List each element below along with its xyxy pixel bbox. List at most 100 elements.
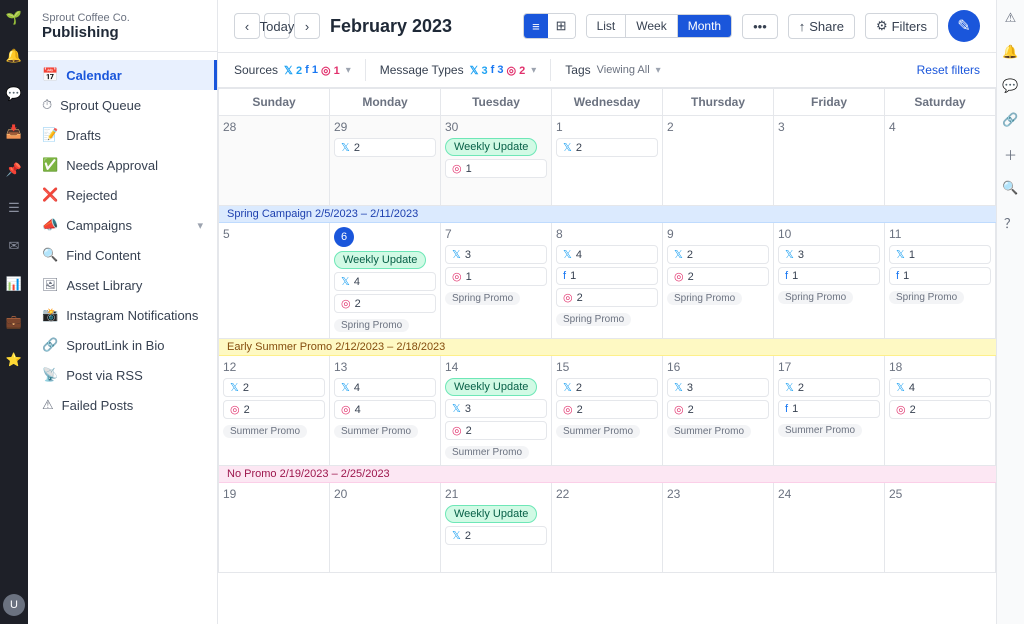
chat-icon[interactable]: 💬 <box>4 84 24 104</box>
day-cell-feb22[interactable]: 22 <box>552 483 663 573</box>
event-chip[interactable]: 𝕏 3 <box>445 245 547 264</box>
day-cell-feb9[interactable]: 9 𝕏 2 ◎ 2 Spring Promo <box>663 223 774 339</box>
event-chip[interactable]: 𝕏 3 <box>445 399 547 418</box>
search-icon[interactable]: 🔍 <box>1001 178 1021 198</box>
event-chip[interactable]: 𝕏 3 <box>667 378 769 397</box>
event-chip[interactable]: 𝕏 2 <box>667 245 769 264</box>
plus-icon[interactable]: ＋ <box>1001 144 1021 164</box>
day-cell-feb15[interactable]: 15 𝕏 2 ◎ 2 Summer Promo <box>552 356 663 466</box>
day-cell-feb14[interactable]: 14 Weekly Update 𝕏 3 ◎ 2 Summer Promo <box>441 356 552 466</box>
event-chip[interactable]: 𝕏 4 <box>334 272 436 291</box>
event-chip[interactable]: 𝕏 2 <box>556 138 658 157</box>
day-cell-feb18[interactable]: 18 𝕏 4 ◎ 2 <box>885 356 996 466</box>
next-button[interactable]: › <box>294 13 320 39</box>
event-chip[interactable]: ◎ 2 <box>556 288 658 307</box>
question-icon[interactable]: ？ <box>1001 212 1021 232</box>
sidebar-item-failed-posts[interactable]: ⚠ Failed Posts <box>28 390 217 420</box>
more-button[interactable]: ••• <box>742 14 778 39</box>
chart-icon[interactable]: 📊 <box>4 274 24 294</box>
day-cell-feb17[interactable]: 17 𝕏 2 f 1 Summer Promo <box>774 356 885 466</box>
event-chip[interactable]: f 1 <box>889 267 991 285</box>
day-cell-feb19[interactable]: 19 <box>219 483 330 573</box>
event-chip[interactable]: f 1 <box>778 267 880 285</box>
day-cell-feb4[interactable]: 4 <box>885 116 996 206</box>
sidebar-item-sprout-queue[interactable]: ⏱ Sprout Queue <box>28 90 217 120</box>
event-chip[interactable]: f 1 <box>778 400 880 418</box>
tags-filter[interactable]: Tags Viewing All ▾ <box>565 59 674 81</box>
sidebar-item-sproutlink[interactable]: 🔗 SproutLink in Bio <box>28 330 217 360</box>
day-cell-feb7[interactable]: 7 𝕏 3 ◎ 1 Spring Promo <box>441 223 552 339</box>
alert-icon[interactable]: ⚠ <box>1001 8 1021 28</box>
day-cell-feb3[interactable]: 3 <box>774 116 885 206</box>
prev-button[interactable]: ‹ <box>234 13 260 39</box>
star-icon[interactable]: ⭐ <box>4 350 24 370</box>
event-chip[interactable]: 𝕏 2 <box>778 378 880 397</box>
avatar-icon[interactable]: U <box>3 594 25 616</box>
sidebar-item-drafts[interactable]: 📝 Drafts <box>28 120 217 150</box>
day-cell-feb11[interactable]: 11 𝕏 1 f 1 Spring Promo <box>885 223 996 339</box>
sidebar-item-calendar[interactable]: 📅 Calendar <box>28 60 217 90</box>
event-chip[interactable]: 𝕏 2 <box>223 378 325 397</box>
day-cell-feb10[interactable]: 10 𝕏 3 f 1 Spring Promo <box>774 223 885 339</box>
comment-icon[interactable]: 💬 <box>1001 76 1021 96</box>
day-cell-feb16[interactable]: 16 𝕏 3 ◎ 2 Summer Promo <box>663 356 774 466</box>
week-view-button[interactable]: Week <box>626 15 677 37</box>
day-cell-feb13[interactable]: 13 𝕏 4 ◎ 4 Summer Promo <box>330 356 441 466</box>
link2-icon[interactable]: 🔗 <box>1001 110 1021 130</box>
day-cell-feb24[interactable]: 24 <box>774 483 885 573</box>
send-icon[interactable]: ✉ <box>4 236 24 256</box>
weekly-update-chip[interactable]: Weekly Update <box>445 138 537 156</box>
inbox-icon[interactable]: 📥 <box>4 122 24 142</box>
sidebar-item-asset-library[interactable]: 🖼 Asset Library <box>28 270 217 300</box>
day-cell-feb12[interactable]: 12 𝕏 2 ◎ 2 Summer Promo <box>219 356 330 466</box>
event-chip[interactable]: ◎ 4 <box>334 400 436 419</box>
event-chip[interactable]: 𝕏 2 <box>556 378 658 397</box>
event-chip[interactable]: f 1 <box>556 267 658 285</box>
event-chip[interactable]: 𝕏 2 <box>445 526 547 545</box>
sources-filter[interactable]: Sources 𝕏 2 f 1 ◎ 1 ▾ <box>234 59 366 81</box>
list-view-button[interactable]: List <box>587 15 627 37</box>
briefcase-icon[interactable]: 💼 <box>4 312 24 332</box>
weekly-update-chip[interactable]: Weekly Update <box>445 505 537 523</box>
message-types-filter[interactable]: Message Types 𝕏 3 f 3 ◎ 2 ▾ <box>380 59 552 81</box>
event-chip[interactable]: ◎ 2 <box>334 294 436 313</box>
day-cell-jan30[interactable]: 30 Weekly Update ◎ 1 <box>441 116 552 206</box>
weekly-update-chip[interactable]: Weekly Update <box>334 251 426 269</box>
event-chip[interactable]: 𝕏 4 <box>889 378 991 397</box>
day-cell-feb2[interactable]: 2 <box>663 116 774 206</box>
share-button[interactable]: ↑ Share <box>788 14 855 39</box>
event-chip[interactable]: ◎ 2 <box>445 421 547 440</box>
day-cell-feb6[interactable]: 6 Weekly Update 𝕏 4 ◎ 2 Spring Promo <box>330 223 441 339</box>
day-cell-feb1[interactable]: 1 𝕏 2 <box>552 116 663 206</box>
day-cell-jan29[interactable]: 29 𝕏 2 <box>330 116 441 206</box>
month-view-button[interactable]: Month <box>678 15 731 37</box>
day-cell-jan28[interactable]: 28 <box>219 116 330 206</box>
event-chip[interactable]: 𝕏 4 <box>556 245 658 264</box>
reset-filters-button[interactable]: Reset filters <box>917 63 980 77</box>
event-chip[interactable]: ◎ 2 <box>667 267 769 286</box>
grid-view-button[interactable]: ≡ <box>524 14 548 38</box>
pin-icon[interactable]: 📌 <box>4 160 24 180</box>
day-cell-feb8[interactable]: 8 𝕏 4 f 1 ◎ 2 Spring Promo <box>552 223 663 339</box>
event-chip[interactable]: ◎ 2 <box>889 400 991 419</box>
sidebar-item-rejected[interactable]: ❌ Rejected <box>28 180 217 210</box>
sidebar-item-needs-approval[interactable]: ✅ Needs Approval <box>28 150 217 180</box>
list-icon[interactable]: ☰ <box>4 198 24 218</box>
day-cell-feb23[interactable]: 23 <box>663 483 774 573</box>
day-cell-feb21[interactable]: 21 Weekly Update 𝕏 2 <box>441 483 552 573</box>
event-chip[interactable]: ◎ 1 <box>445 267 547 286</box>
compose-button[interactable]: ✎ <box>948 10 980 42</box>
weekly-update-chip[interactable]: Weekly Update <box>445 378 537 396</box>
day-cell-feb25[interactable]: 25 <box>885 483 996 573</box>
sidebar-item-instagram-notifications[interactable]: 📸 Instagram Notifications <box>28 300 217 330</box>
sidebar-item-campaigns[interactable]: 📣 Campaigns ▾ <box>28 210 217 240</box>
day-cell-feb20[interactable]: 20 <box>330 483 441 573</box>
sidebar-item-post-rss[interactable]: 📡 Post via RSS <box>28 360 217 390</box>
event-chip[interactable]: ◎ 1 <box>445 159 547 178</box>
notification-icon[interactable]: 🔔 <box>1001 42 1021 62</box>
event-chip[interactable]: ◎ 2 <box>667 400 769 419</box>
column-view-button[interactable]: ⊞ <box>548 14 575 38</box>
event-chip[interactable]: ◎ 2 <box>556 400 658 419</box>
filters-button[interactable]: ⚙ Filters <box>865 13 938 39</box>
home-icon[interactable]: 🌱 <box>4 8 24 28</box>
